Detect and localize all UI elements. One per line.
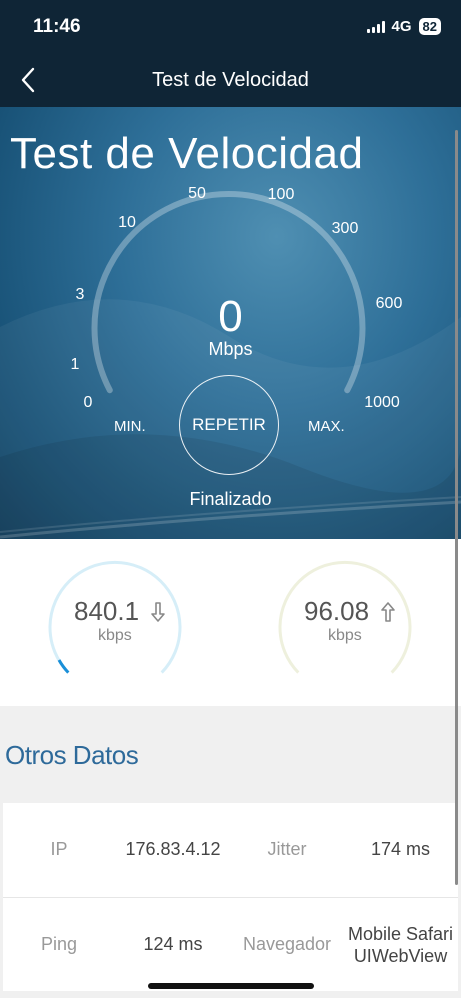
download-gauge-fill: [57, 659, 70, 674]
gauge-tick-300: 300: [331, 220, 359, 237]
navigation-bar: Test de Velocidad: [0, 55, 461, 107]
browser-label: Navegador: [242, 934, 332, 954]
table-row: IP 176.83.4.12 Jitter 174 ms: [3, 803, 458, 896]
scrollbar[interactable]: [455, 130, 458, 885]
upload-value: 96.08: [304, 596, 370, 626]
nav-title: Test de Velocidad: [152, 69, 309, 91]
results-panel: 840.1 kbps 96.08 kbps: [0, 539, 461, 706]
gauge-tick-1000: 1000: [364, 394, 400, 411]
signal-bars-icon: [366, 20, 385, 33]
arrow-down-icon: [151, 602, 165, 622]
details-table: IP 176.83.4.12 Jitter 174 ms Ping 124 ms…: [3, 803, 458, 991]
speed-value: 0: [218, 292, 243, 341]
min-label: MIN.: [114, 418, 146, 435]
jitter-value: 174 ms: [370, 839, 431, 859]
browser-value: Mobile Safari UIWebView: [347, 923, 454, 966]
status-bar: 11:46 4G 82: [0, 0, 461, 55]
ip-label: IP: [50, 839, 68, 859]
table-row: Ping 124 ms Navegador Mobile Safari UIWe…: [3, 897, 458, 991]
ip-value: 176.83.4.12: [125, 839, 221, 859]
gauge-tick-50: 50: [188, 185, 206, 202]
upload-unit: kbps: [328, 627, 362, 644]
status-indicators: 4G 82: [366, 18, 441, 35]
home-indicator[interactable]: [148, 983, 314, 989]
gauge-tick-10: 10: [118, 214, 136, 231]
speed-unit: Mbps: [208, 339, 253, 359]
status-time: 11:46: [33, 16, 81, 37]
ping-label: Ping: [40, 934, 78, 954]
jitter-label: Jitter: [267, 839, 307, 859]
battery-icon: 82: [418, 18, 441, 35]
gauge-tick-100: 100: [267, 186, 295, 203]
download-unit: kbps: [98, 627, 132, 644]
hero-title: Test de Velocidad: [10, 129, 364, 178]
ping-value: 124 ms: [143, 934, 203, 954]
download-value: 840.1: [74, 596, 140, 626]
network-type: 4G: [391, 18, 412, 35]
max-label: MAX.: [308, 418, 345, 435]
arrow-up-icon: [381, 602, 395, 622]
gauge-tick-0: 0: [83, 394, 93, 411]
repeat-button[interactable]: REPETIR: [179, 375, 279, 475]
section-heading: Otros Datos: [5, 740, 139, 770]
speed-test-panel: Test de Velocidad 0 1 3 10 50 100 300 60…: [0, 107, 461, 539]
test-status: Finalizado: [189, 489, 272, 509]
